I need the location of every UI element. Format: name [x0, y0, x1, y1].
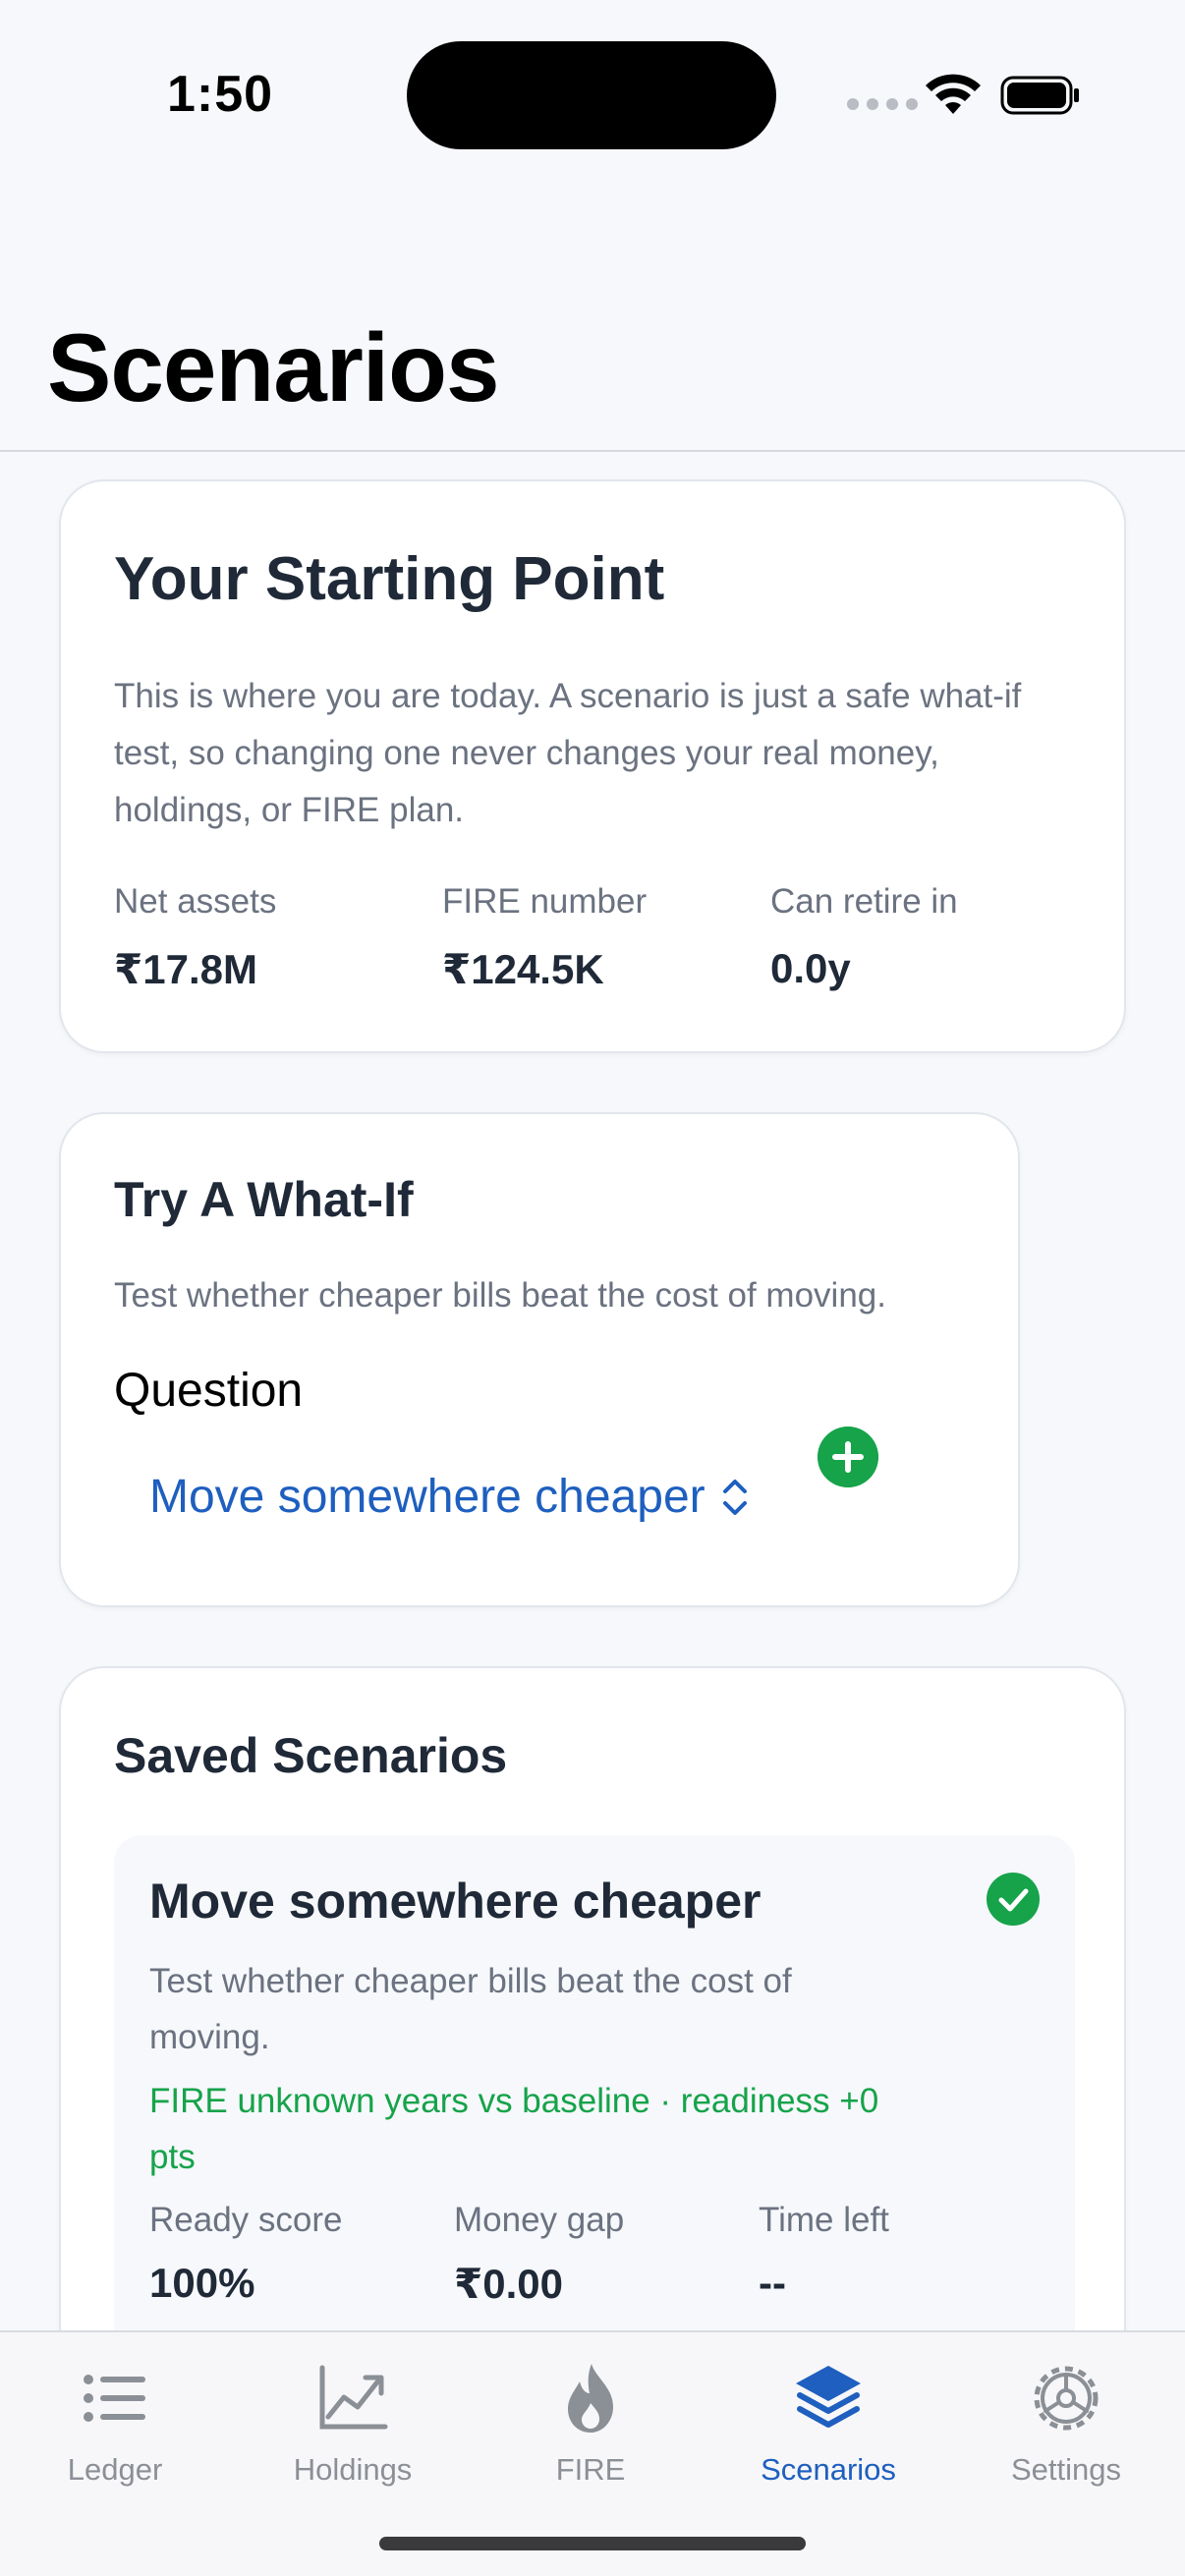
- chart-line-icon: [319, 2365, 388, 2430]
- stat-fire-number: FIRE number ₹124.5K: [442, 882, 647, 993]
- saved-scenarios-title: Saved Scenarios: [114, 1728, 508, 1783]
- status-bar: 1:50: [0, 0, 1185, 177]
- scenario-stat-ready-score: Ready score 100%: [149, 2201, 342, 2307]
- tab-settings[interactable]: Settings: [958, 2360, 1174, 2488]
- list-icon: [84, 2375, 145, 2422]
- what-if-card: Try A What-If Test whether cheaper bills…: [59, 1112, 1020, 1607]
- scenario-description: Test whether cheaper bills beat the cost…: [149, 1962, 792, 2056]
- stat-label: FIRE number: [442, 882, 648, 921]
- title-divider: [0, 450, 1185, 452]
- stat-value: ₹17.8M: [114, 946, 257, 992]
- tab-label: Ledger: [67, 2452, 163, 2487]
- stat-value: 0.0y: [770, 945, 851, 991]
- stat-label: Time left: [759, 2201, 889, 2239]
- starting-point-card: Your Starting Point This is where you ar…: [59, 479, 1126, 1053]
- chevron-up-down-icon: [722, 1479, 747, 1515]
- stat-label: Can retire in: [770, 882, 958, 921]
- wifi-icon: [926, 74, 981, 114]
- question-picker-value: Move somewhere cheaper: [149, 1471, 705, 1523]
- status-time: 1:50: [167, 66, 274, 123]
- stat-label: Ready score: [149, 2201, 343, 2239]
- tab-fire[interactable]: FIRE: [482, 2360, 699, 2488]
- cellular-signal-icon: [847, 98, 918, 110]
- flame-icon: [568, 2364, 613, 2433]
- stat-label: Money gap: [454, 2201, 625, 2239]
- tab-ledger[interactable]: Ledger: [7, 2360, 223, 2488]
- tab-label: Settings: [1010, 2452, 1121, 2487]
- gear-icon: [1034, 2366, 1099, 2431]
- scenario-stat-money-gap: Money gap ₹0.00: [454, 2201, 624, 2308]
- tab-scenarios[interactable]: Scenarios: [720, 2360, 936, 2488]
- scenario-stat-time-left: Time left --: [759, 2201, 889, 2307]
- question-label: Question: [114, 1365, 304, 1417]
- stat-value: --: [759, 2260, 786, 2306]
- stat-value: ₹0.00: [454, 2261, 563, 2307]
- home-indicator: [379, 2537, 806, 2550]
- stat-net-assets: Net assets ₹17.8M: [114, 882, 276, 993]
- scenario-title: Move somewhere cheaper: [149, 1874, 762, 1929]
- dynamic-island: [407, 41, 776, 149]
- question-picker[interactable]: Move somewhere cheaper: [149, 1470, 751, 1524]
- tab-label: Scenarios: [761, 2452, 896, 2487]
- checkmark-circle-icon: [987, 1873, 1040, 1926]
- stat-value: 100%: [149, 2260, 255, 2306]
- stat-label: Net assets: [114, 882, 277, 921]
- battery-icon: [1000, 76, 1079, 115]
- starting-point-description: This is where you are today. A scenario …: [114, 677, 1022, 829]
- tab-label: FIRE: [555, 2452, 626, 2487]
- layers-icon: [796, 2366, 861, 2428]
- add-scenario-button[interactable]: [818, 1427, 878, 1487]
- stat-value: ₹124.5K: [442, 946, 604, 992]
- page-title: Scenarios: [47, 313, 499, 421]
- tab-holdings[interactable]: Holdings: [245, 2360, 461, 2488]
- what-if-title: Try A What-If: [114, 1172, 414, 1227]
- starting-point-title: Your Starting Point: [114, 545, 665, 613]
- what-if-description: Test whether cheaper bills beat the cost…: [114, 1276, 886, 1315]
- scenario-delta: FIRE unknown years vs baseline · readine…: [149, 2082, 879, 2176]
- stat-retire-in: Can retire in 0.0y: [770, 882, 958, 992]
- tab-label: Holdings: [293, 2452, 413, 2487]
